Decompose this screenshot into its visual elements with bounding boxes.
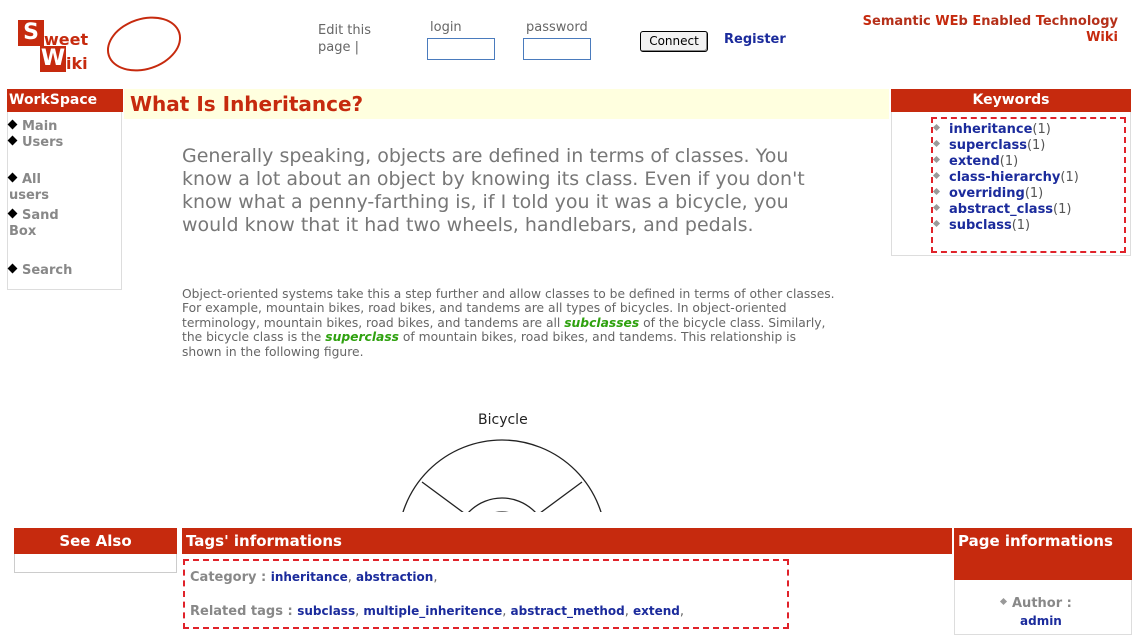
bullet-icon [7,208,18,219]
logo-text-iki: iki [66,54,88,73]
figure-caption: Bicycle [478,412,528,428]
category-label: Category : [190,570,271,585]
bullet-icon [999,597,1008,606]
bullet-icon [7,119,18,130]
bullet-icon [932,123,941,132]
bullet-icon [932,171,941,180]
keyword-count: (1) [1026,138,1046,153]
term-superclass: superclass [325,330,399,345]
bullet-icon [932,203,941,212]
site-name-line2: Wiki [1086,30,1118,45]
logo-letter-s: S [18,20,44,46]
term-subclasses: subclasses [564,315,640,330]
bullet-icon [932,187,941,196]
site-name-part: emantic [872,14,936,29]
bullet-icon [932,139,941,148]
site-name-part: b [958,14,973,29]
keyword-item[interactable]: superclass(1) [932,138,1046,154]
sweetwiki-logo[interactable]: S weet W iki [14,7,189,81]
sidebar-item-label: Users [22,135,64,150]
sidebar-item-sandbox[interactable]: Sand Box [7,208,69,240]
sidebar-item-label: Search [22,263,73,278]
keyword-count: (1) [999,154,1019,169]
register-link[interactable]: Register [724,32,786,47]
edit-page-link[interactable]: Edit this page | [318,22,398,56]
site-name-part: T [1035,14,1043,29]
site-name-line1: Semantic WEb Enabled Technology [863,14,1118,30]
keyword-item[interactable]: inheritance(1) [932,122,1051,138]
lead-paragraph: Generally speaking, objects are defined … [182,145,805,236]
bicycle-wheel-diagram [402,439,602,512]
category-line: Category : inheritance, abstraction, [190,570,438,585]
keyword-item[interactable]: extend(1) [932,154,1019,170]
page-info-title: Page informations [954,528,1132,580]
tags-info-title: Tags' informations [182,528,952,554]
bullet-icon [932,219,941,228]
keyword-item[interactable]: class-hierarchy(1) [932,170,1079,186]
site-name-part: echnology [1042,14,1118,29]
login-label: login [430,20,462,35]
logo-oval-icon [99,7,189,81]
keyword-count: (1) [1024,186,1044,201]
page-title: What Is Inheritance? [130,92,364,116]
sidebar-item-all-users[interactable]: All users [7,172,69,204]
password-input[interactable] [523,38,591,60]
site-name-part: WE [935,14,959,29]
tag-link[interactable]: abstract_method [511,604,625,618]
see-also-panel [14,554,177,573]
keyword-count: (1) [1032,122,1051,137]
keyword-link[interactable]: superclass [949,138,1027,153]
password-label: password [526,20,588,35]
login-input[interactable] [427,38,495,60]
tag-link[interactable]: subclass [297,604,355,618]
bullet-icon [7,135,18,146]
keyword-item[interactable]: subclass(1) [932,218,1031,234]
bicycle-figure [402,432,642,512]
tag-link[interactable]: inheritance [271,570,348,584]
body-paragraph: Object-oriented systems take this a step… [182,287,837,359]
keyword-count: (1) [1011,218,1031,233]
keyword-count: (1) [1060,170,1079,185]
tag-link[interactable]: extend [633,604,680,618]
tag-link[interactable]: abstraction [356,570,433,584]
site-name: Semantic WEb Enabled Technology Wiki [863,14,1118,46]
keyword-link[interactable]: overriding [949,186,1025,201]
keyword-link[interactable]: class-hierarchy [949,170,1060,185]
keyword-link[interactable]: inheritance [949,122,1032,137]
tag-link[interactable]: multiple_inheritence [363,604,502,618]
connect-button[interactable]: Connect [640,31,708,52]
logo-letter-w: W [40,46,66,72]
sidebar-item-users[interactable]: Users [7,135,64,151]
keyword-item[interactable]: overriding(1) [932,186,1044,202]
sidebar-item-label: Main [22,119,58,134]
bullet-icon [932,155,941,164]
related-tags-label: Related tags : [190,604,298,619]
keyword-link[interactable]: extend [949,154,1000,169]
site-name-part: S [862,14,872,29]
related-tags-line: Related tags : subclass, multiple_inheri… [190,604,684,619]
site-name-part: nabled [981,14,1036,29]
author-value[interactable]: admin [1020,614,1062,628]
keyword-item[interactable]: abstract_class(1) [932,202,1072,218]
keyword-link[interactable]: abstract_class [949,202,1053,217]
keyword-link[interactable]: subclass [949,218,1012,233]
sidebar-item-main[interactable]: Main [7,119,58,135]
site-name-part: E [972,14,982,29]
sidebar-item-search[interactable]: Search [7,263,73,279]
bullet-icon [7,172,18,183]
workspace-title: WorkSpace [7,89,123,112]
keyword-count: (1) [1053,202,1072,217]
keywords-title: Keywords [891,89,1131,112]
author-label-line: Author : [999,596,1072,611]
bullet-icon [7,263,18,274]
author-label: Author : [1012,596,1072,611]
see-also-title: See Also [14,528,177,554]
